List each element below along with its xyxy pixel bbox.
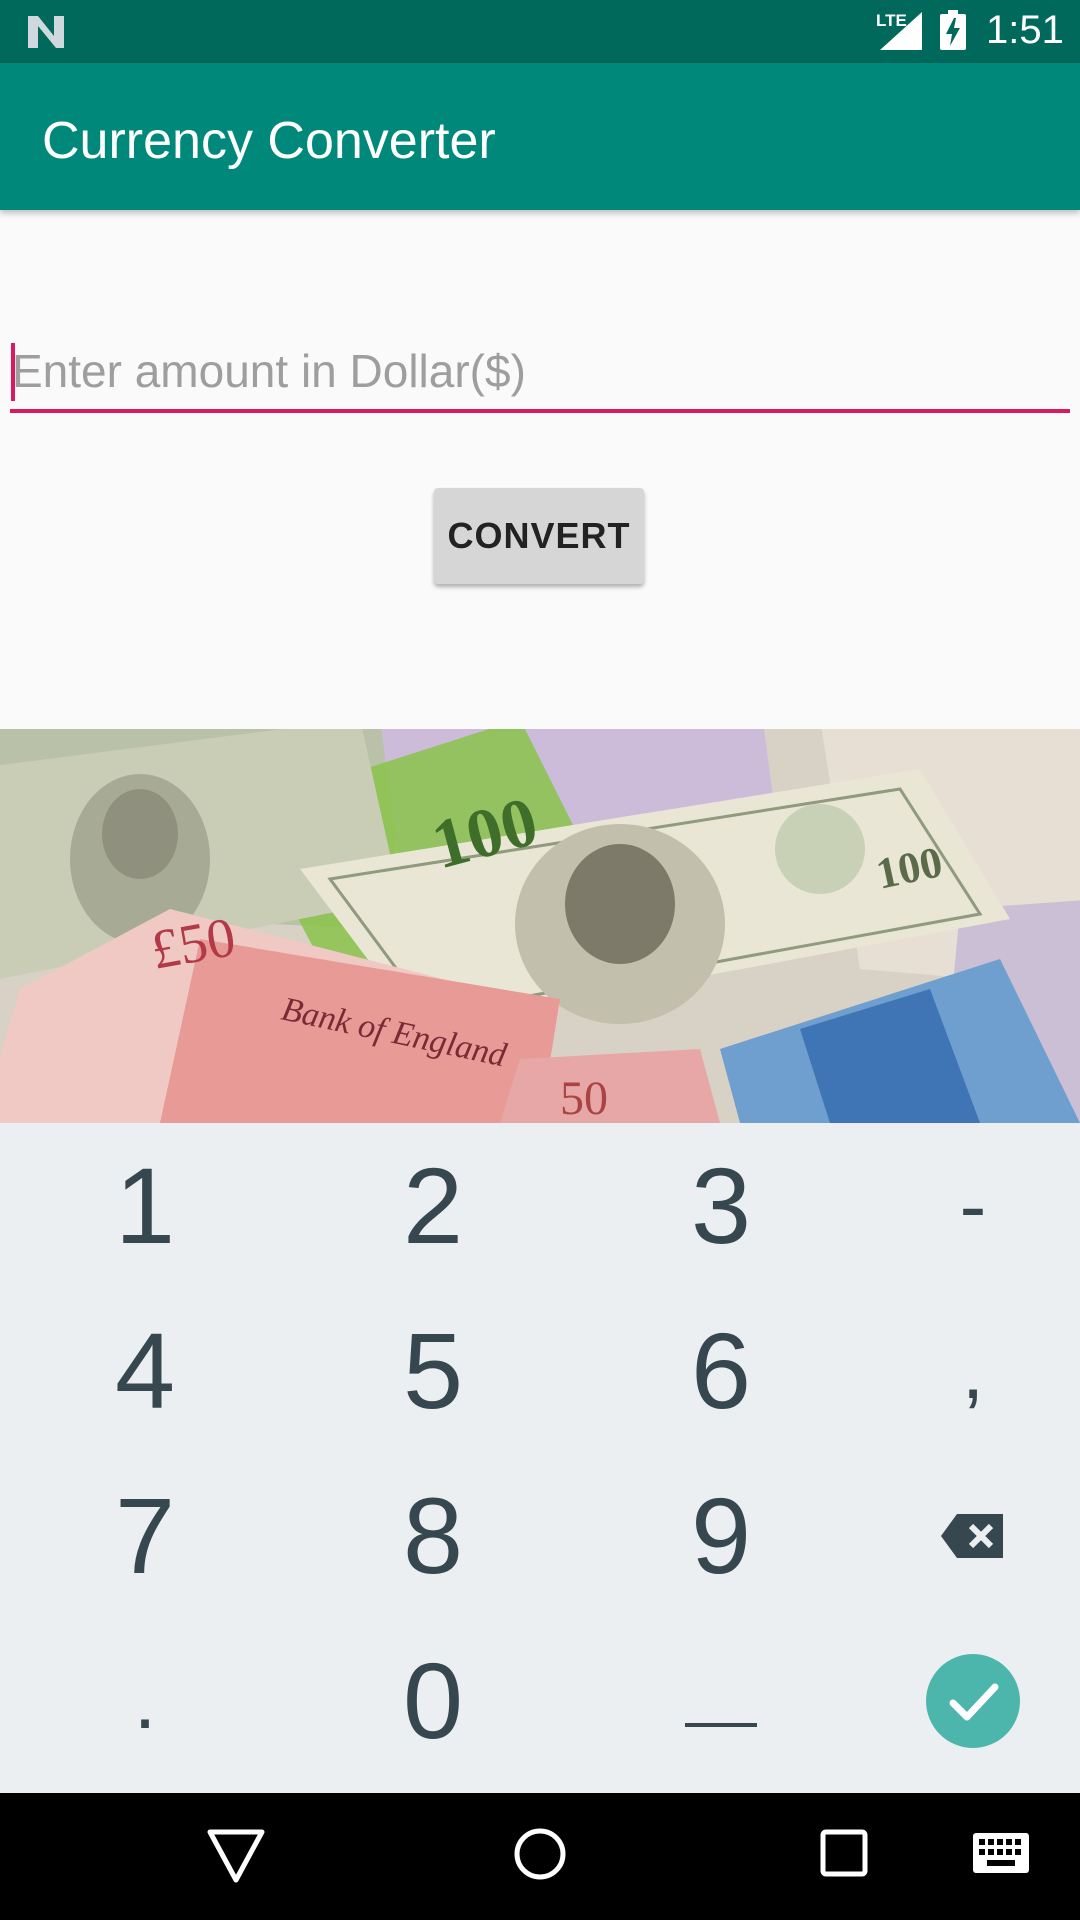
key-7[interactable]: 7 xyxy=(10,1453,280,1618)
key-5[interactable]: 5 xyxy=(298,1288,568,1453)
notification-n-icon xyxy=(28,16,64,48)
key-2[interactable]: 2 xyxy=(298,1123,568,1288)
key-space[interactable] xyxy=(586,1618,856,1783)
app-bar: Currency Converter xyxy=(0,63,1080,210)
key-9[interactable]: 9 xyxy=(586,1453,856,1618)
keyboard-switch-icon[interactable] xyxy=(973,1833,1029,1873)
back-triangle-icon[interactable] xyxy=(206,1828,266,1884)
app-title: Currency Converter xyxy=(42,112,496,170)
key-period[interactable]: . xyxy=(10,1618,280,1783)
backspace-icon xyxy=(941,1513,1003,1558)
key-backspace[interactable] xyxy=(838,1453,1080,1618)
checkmark-done-icon xyxy=(926,1653,1020,1748)
key-3[interactable]: 3 xyxy=(586,1123,856,1288)
home-circle-icon[interactable] xyxy=(512,1826,568,1882)
space-bar-icon xyxy=(685,1722,757,1727)
system-navigation-bar xyxy=(0,1793,1080,1920)
svg-text:50: 50 xyxy=(560,1072,608,1123)
numeric-keyboard: 1 2 3 - 4 5 6 , 7 8 9 . 0 xyxy=(0,1123,1080,1793)
signal-icon xyxy=(880,12,922,50)
key-minus[interactable]: - xyxy=(838,1123,1080,1288)
amount-field[interactable] xyxy=(10,335,1072,415)
text-cursor xyxy=(11,343,15,401)
key-8[interactable]: 8 xyxy=(298,1453,568,1618)
key-6[interactable]: 6 xyxy=(586,1288,856,1453)
status-bar: LTE 1:51 xyxy=(0,0,1080,63)
battery-charging-icon xyxy=(940,10,966,50)
clock: 1:51 xyxy=(986,8,1064,52)
key-4[interactable]: 4 xyxy=(10,1288,280,1453)
key-done[interactable] xyxy=(838,1618,1080,1783)
key-0[interactable]: 0 xyxy=(298,1618,568,1783)
amount-input[interactable] xyxy=(10,335,1072,407)
convert-button[interactable]: CONVERT xyxy=(434,488,644,584)
recents-square-icon[interactable] xyxy=(819,1828,869,1878)
input-underline xyxy=(10,409,1070,413)
currency-banknotes-image: 100 100 £50 Bank of England 50 xyxy=(0,729,1080,1123)
key-1[interactable]: 1 xyxy=(10,1123,280,1288)
key-comma[interactable]: , xyxy=(838,1288,1080,1453)
